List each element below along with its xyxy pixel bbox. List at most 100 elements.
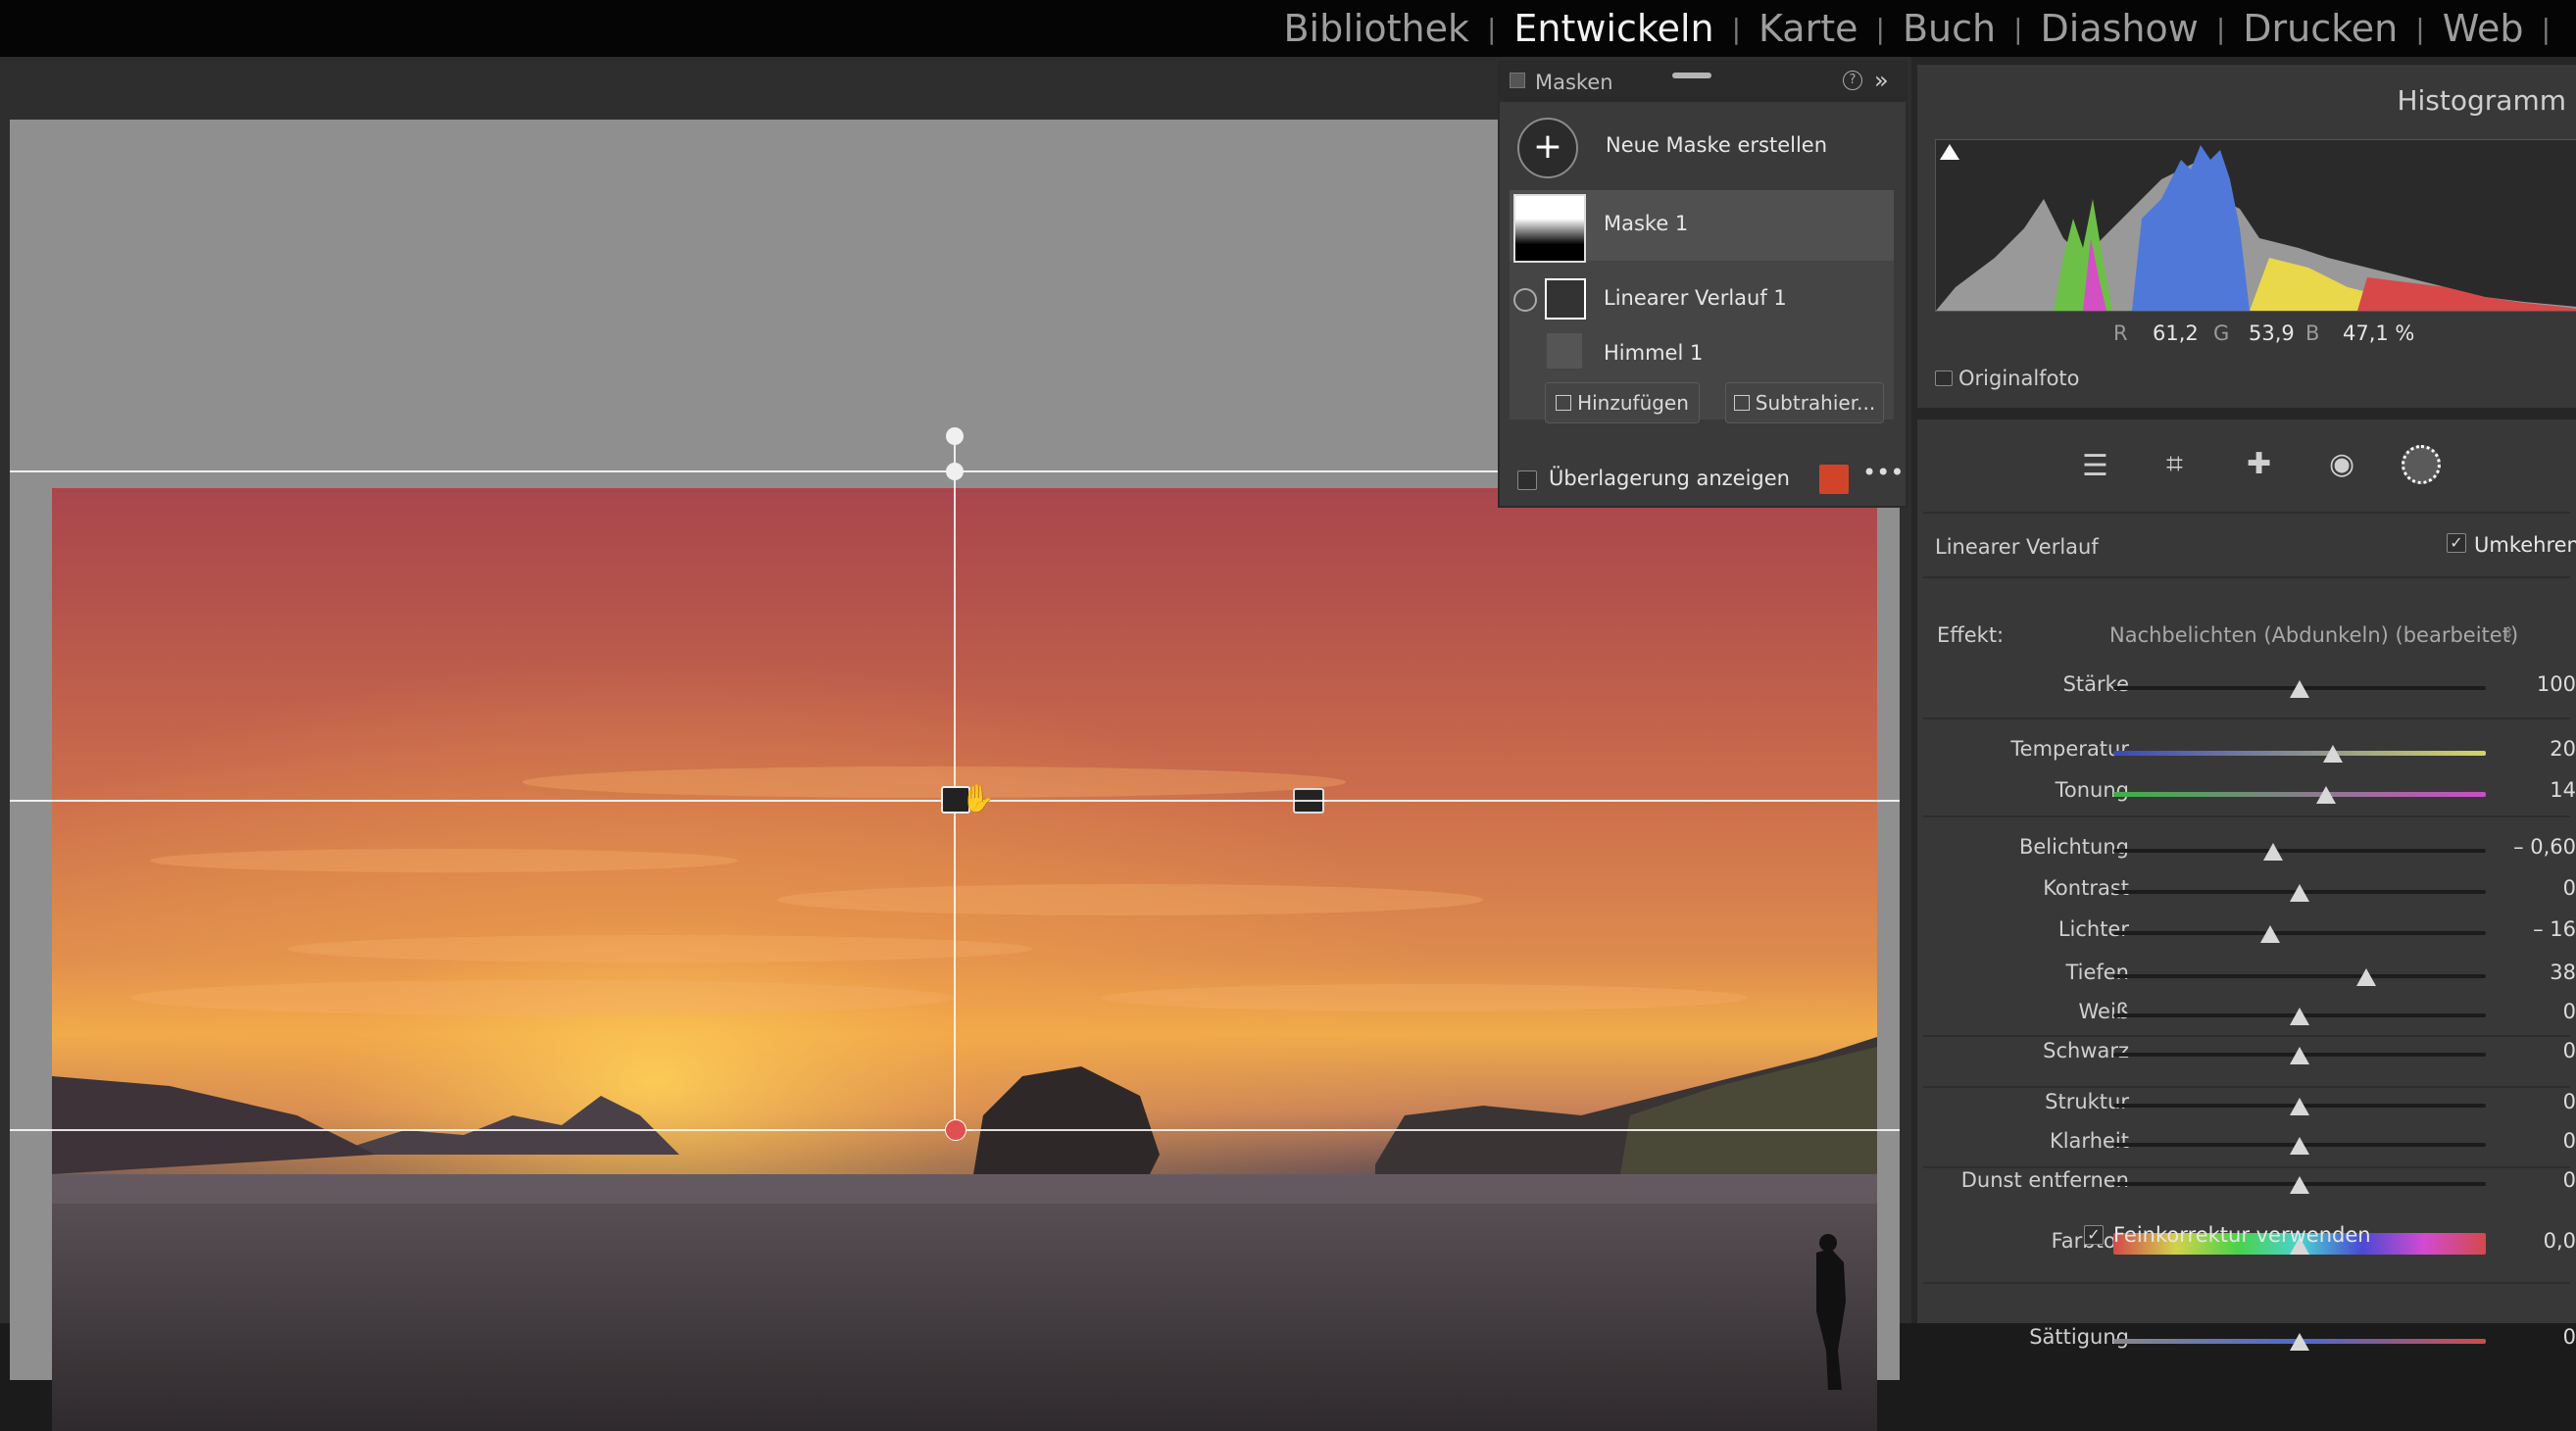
module-library[interactable]: Bibliothek (1273, 7, 1478, 50)
slider-value[interactable]: 0 (2563, 1090, 2576, 1113)
slider-label: Lichter (2057, 917, 2129, 941)
module-map[interactable]: Karte (1749, 7, 1867, 50)
shadow-clipping-icon[interactable] (1940, 144, 1959, 160)
overlay-checkbox[interactable] (1517, 470, 1537, 490)
slider-label: Weiß (2078, 1000, 2129, 1023)
mask-1-row[interactable]: Maske 1 (1510, 190, 1894, 263)
slider-thumb[interactable] (2263, 843, 2284, 861)
slider-track[interactable] (2113, 849, 2486, 853)
slider-thumb[interactable] (2290, 680, 2309, 698)
landscape-photo (52, 488, 1877, 1431)
g-value: 53,9 (2249, 321, 2295, 345)
help-icon[interactable]: ? (1843, 71, 1862, 90)
slider-label: Schwarz (2043, 1039, 2129, 1062)
slider-value[interactable]: 0 (2563, 1168, 2576, 1192)
slider-track[interactable] (2113, 751, 2486, 756)
slider-value[interactable]: 0 (2563, 1325, 2576, 1349)
slider-label: Belichtung (2018, 835, 2129, 859)
slider-thumb[interactable] (2356, 968, 2377, 986)
slider-value[interactable]: – 0,60 (2513, 835, 2576, 859)
b-value: 47,1 % (2343, 321, 2415, 345)
slider-value[interactable]: 38 (2550, 961, 2576, 984)
slider-label: Sättigung (2029, 1325, 2129, 1349)
slider-value[interactable]: 14 (2550, 778, 2576, 802)
slider-thumb[interactable] (2290, 1176, 2309, 1194)
slider-value[interactable]: 0 (2563, 1129, 2576, 1153)
module-web[interactable]: Web (2433, 7, 2534, 50)
slider-label: Stärke (2062, 672, 2129, 696)
linear-gradient-component-icon[interactable] (1545, 278, 1586, 320)
module-print[interactable]: Drucken (2233, 7, 2407, 50)
new-mask-button[interactable]: + (1517, 118, 1578, 178)
slider-track[interactable] (2113, 792, 2486, 797)
module-slideshow[interactable]: Diashow (2031, 7, 2208, 50)
hand-cursor-icon: ✋ (961, 782, 995, 814)
slider-label: Temperatur (2010, 737, 2129, 761)
slider-label: Dunst entfernen (1960, 1168, 2129, 1192)
more-options-icon[interactable]: ••• (1862, 459, 1904, 486)
slider-value[interactable]: 0,0 (2544, 1229, 2576, 1253)
overlay-label: Überlagerung anzeigen (1549, 467, 1790, 490)
component-linear-gradient[interactable]: Linearer Verlauf 1 (1604, 286, 1787, 310)
histogram-area[interactable] (1935, 139, 2576, 312)
g-label: G (2213, 321, 2230, 345)
gradient-handle-upper[interactable] (946, 463, 964, 480)
slider-label: Struktur (2045, 1090, 2129, 1113)
slider-value[interactable]: 20 (2550, 737, 2576, 761)
sky-component-icon[interactable] (1547, 333, 1582, 369)
slider-track[interactable] (2113, 931, 2486, 935)
slider-thumb[interactable] (2290, 1098, 2309, 1115)
b-label: B (2305, 321, 2320, 345)
slider-value[interactable]: 0 (2563, 876, 2576, 900)
gradient-rotation-line (954, 435, 956, 1131)
mask-1-name: Maske 1 (1604, 212, 1689, 235)
module-develop[interactable]: Entwickeln (1504, 7, 1723, 50)
subtract-button[interactable]: Subtrahier... (1725, 382, 1884, 423)
slider-thumb[interactable] (2315, 786, 2336, 804)
slider-thumb[interactable] (2290, 1047, 2309, 1064)
slider-value[interactable]: 100 (2537, 672, 2576, 696)
slider-label: Tiefen (2065, 961, 2129, 984)
component-sky[interactable]: Himmel 1 (1604, 341, 1703, 365)
gradient-handle-top[interactable] (946, 427, 964, 445)
add-icon (1556, 395, 1572, 411)
slider-value[interactable]: 0 (2563, 1000, 2576, 1023)
overlay-color-swatch[interactable] (1819, 465, 1849, 494)
slider-thumb[interactable] (2290, 884, 2309, 902)
slider-thumb[interactable] (2259, 925, 2280, 943)
slider-thumb[interactable] (2290, 1333, 2309, 1351)
masks-panel: Masken ? » + Neue Maske erstellen Maske … (1498, 61, 1907, 508)
slider-thumb[interactable] (2290, 1137, 2309, 1155)
original-photo-checkbox[interactable] (1935, 370, 1953, 386)
add-button[interactable]: Hinzufügen (1545, 382, 1700, 423)
mask-list: Maske 1 Linearer Verlauf 1 Himmel 1 Hinz… (1510, 190, 1894, 423)
histogram-panel: Histogramm R 61,2 G 53,9 B 47,1 % Origin… (1917, 65, 2576, 408)
histogram-title[interactable]: Histogramm (2397, 84, 2566, 117)
collapse-panel-icon[interactable]: » (1874, 67, 1889, 94)
show-component-icon[interactable] (1513, 288, 1537, 312)
tools-panel: ☰ ⌗ ✚ ◉ Linearer Verlauf ✓ Umkehren Effe… (1917, 419, 2576, 1351)
fine-adjust-label: Feinkorrektur verwenden (2113, 1223, 2371, 1247)
slider-label: Kontrast (2043, 876, 2129, 900)
gradient-handle-bottom[interactable] (945, 1119, 966, 1141)
slider-thumb[interactable] (2323, 745, 2344, 763)
module-bar: Bibliothek | Entwickeln | Karte | Buch |… (0, 0, 2576, 57)
photo-preview[interactable] (52, 488, 1877, 1431)
slider-track[interactable] (2113, 974, 2486, 978)
fine-adjust-checkbox[interactable]: ✓ (2084, 1225, 2104, 1245)
new-mask-label[interactable]: Neue Maske erstellen (1606, 133, 1827, 157)
r-label: R (2113, 321, 2128, 345)
r-value: 61,2 (2153, 321, 2199, 345)
right-panel: Histogramm R 61,2 G 53,9 B 47,1 % Origin… (1911, 57, 2576, 1351)
original-photo-label: Originalfoto (1958, 367, 2080, 390)
slider-thumb[interactable] (2290, 1008, 2309, 1025)
panel-grip-icon (1510, 73, 1525, 88)
slider-label: Tonung (2055, 778, 2129, 802)
slider-value[interactable]: – 16 (2533, 917, 2576, 941)
module-book[interactable]: Buch (1893, 7, 2006, 50)
slider-value[interactable]: 0 (2563, 1039, 2576, 1062)
masks-title: Masken (1535, 71, 1613, 94)
masks-panel-header[interactable]: Masken ? » (1500, 63, 1906, 102)
slider-list: Stärke 100 Temperatur 20 Tonung 14 Belichtung –… (1917, 419, 2576, 1351)
panel-drag-handle-icon[interactable] (1672, 73, 1711, 78)
